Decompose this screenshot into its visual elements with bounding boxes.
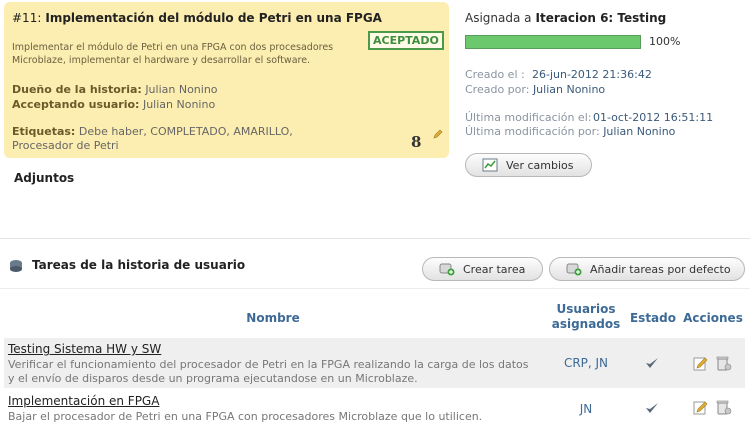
status-badge: ACEPTADO	[368, 31, 444, 50]
story-description: Implementar el módulo de Petri en una FP…	[12, 42, 334, 66]
assigned-value[interactable]: Iteracion 6: Testing	[536, 11, 667, 25]
column-state: Estado	[629, 311, 676, 325]
task-users: JN	[579, 402, 593, 416]
modified-label: Última modificación el:	[465, 111, 592, 124]
story-card: #11: Implementación del módulo de Petri e…	[4, 2, 449, 158]
edit-icon[interactable]	[693, 356, 708, 371]
progress-fill	[466, 36, 640, 48]
created-by-label: Creado por:	[465, 83, 530, 96]
view-changes-button[interactable]: Ver cambios	[465, 153, 592, 177]
edit-points-icon[interactable]	[433, 129, 443, 139]
chart-icon	[482, 158, 498, 172]
accepting-label: Acceptando usuario:	[12, 98, 140, 111]
create-task-button[interactable]: Crear tarea	[422, 257, 543, 281]
task-name-link[interactable]: Implementación en FPGA	[8, 394, 159, 408]
add-default-tasks-button[interactable]: Añadir tareas por defecto	[549, 257, 745, 281]
created-label: Creado el :	[465, 68, 525, 81]
edit-icon[interactable]	[693, 400, 708, 415]
assigned-iteration: Asignada a Iteracion 6: Testing	[465, 11, 666, 25]
delete-icon[interactable]	[716, 400, 732, 415]
task-description: Bajar el procesador de Petri en una FPGA…	[8, 410, 483, 423]
modified-by: Última modificación por: Julian Nonino	[465, 125, 675, 138]
owner-label: Dueño de la historia:	[12, 83, 142, 96]
table-row: Testing Sistema HW y SW Verificar el fun…	[4, 338, 745, 388]
add-default-label: Añadir tareas por defecto	[590, 262, 731, 276]
view-changes-label: Ver cambios	[506, 158, 574, 172]
divider	[0, 238, 750, 239]
progress-label: 100%	[649, 35, 681, 48]
progress-bar	[465, 35, 641, 49]
story-points: 8	[411, 133, 422, 151]
add-task-icon	[439, 263, 455, 276]
story-accepting: Acceptando usuario: Julian Nonino	[12, 98, 215, 111]
check-icon	[646, 403, 658, 413]
attachments-title: Adjuntos	[14, 171, 75, 185]
check-icon	[646, 358, 658, 368]
modified-by-value[interactable]: Julian Nonino	[603, 125, 675, 138]
delete-icon[interactable]	[716, 356, 732, 371]
create-task-label: Crear tarea	[463, 262, 526, 276]
created-value: 26-jun-2012 21:36:42	[532, 68, 652, 81]
story-ref: #11:	[12, 11, 42, 25]
assigned-label: Asignada a	[465, 11, 532, 25]
story-tags: Etiquetas: Debe haber, COMPLETADO, AMARI…	[12, 125, 312, 153]
task-users: CRP, JN	[563, 356, 609, 370]
column-users: Usuarios asignados	[551, 302, 621, 331]
created-by: Creado por: Julian Nonino	[465, 83, 605, 96]
modified-date: Última modificación el: 01-oct-2012 16:51…	[465, 111, 713, 124]
created-by-value[interactable]: Julian Nonino	[533, 83, 605, 96]
add-default-icon	[566, 263, 582, 276]
tags-label: Etiquetas:	[12, 125, 76, 138]
column-actions: Acciones	[683, 311, 743, 325]
modified-value: 01-oct-2012 16:51:11	[593, 111, 714, 124]
owner-value: Julian Nonino	[145, 83, 218, 96]
task-name-link[interactable]: Testing Sistema HW y SW	[8, 342, 161, 356]
modified-by-label: Última modificación por:	[465, 125, 600, 138]
story-owner: Dueño de la historia: Julian Nonino	[12, 83, 218, 96]
table-row: Implementación en FPGA Bajar el procesad…	[4, 390, 745, 426]
task-description: Verificar el funcionamiento del procesad…	[8, 358, 529, 385]
divider	[0, 288, 750, 289]
story-name: Implementación del módulo de Petri en un…	[45, 11, 382, 25]
created-date: Creado el : 26-jun-2012 21:36:42	[465, 68, 652, 81]
tasks-icon	[10, 260, 22, 272]
column-name: Nombre	[246, 311, 300, 325]
accepting-value: Julian Nonino	[142, 98, 216, 111]
tasks-title: Tareas de la historia de usuario	[32, 258, 246, 272]
story-title: #11: Implementación del módulo de Petri e…	[12, 11, 382, 25]
